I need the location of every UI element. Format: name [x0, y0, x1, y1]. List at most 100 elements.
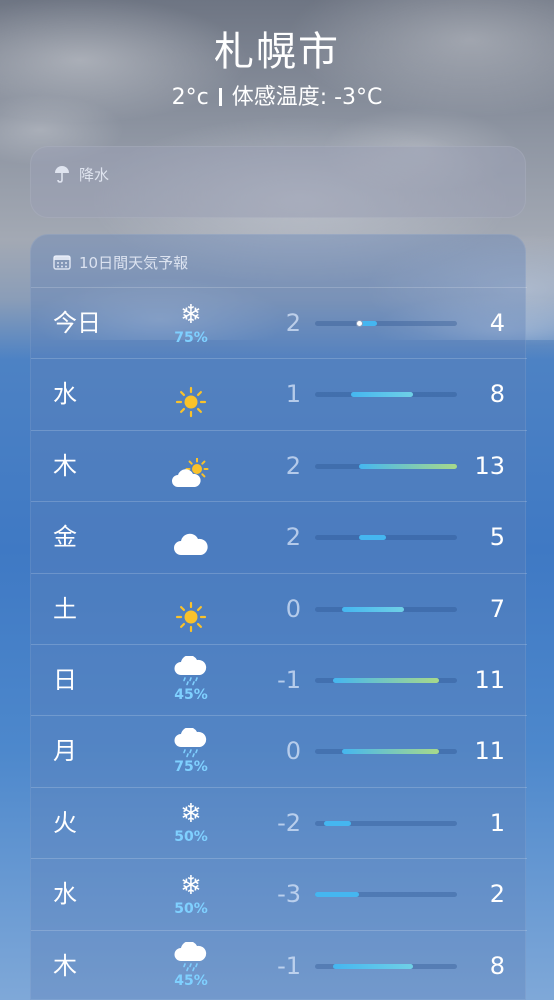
sun-glyph — [175, 387, 207, 418]
forecast-row[interactable]: 木 45% -1 8 — [31, 929, 527, 1000]
cloud-rain-glyph — [174, 656, 207, 686]
temperature-range-bar — [315, 892, 360, 898]
forecast-row[interactable]: 日 45% -1 11 — [31, 643, 527, 715]
forecast-row[interactable]: 今日 ❄ 75% 2 4 — [31, 287, 527, 358]
precipitation-chance: 75% — [174, 758, 208, 775]
temperature-range-bar — [332, 677, 440, 683]
precipitation-card[interactable]: 降水 — [30, 146, 526, 218]
cloud-rain-glyph — [174, 727, 207, 758]
cloud-rain-icon: 45% — [159, 941, 223, 991]
high-temperature: 13 — [474, 451, 505, 480]
low-temperature: -3 — [277, 880, 301, 909]
forecast-day-label: 今日 — [53, 309, 101, 337]
umbrella-icon — [53, 165, 71, 183]
forecast-row[interactable]: 木 2 13 — [31, 429, 527, 501]
forecast-day-label: 金 — [53, 523, 77, 552]
temperature-range-track — [315, 392, 457, 398]
snowflake-icon: ❄ 50% — [159, 798, 223, 848]
precipitation-chance: 45% — [174, 687, 208, 704]
low-temperature: 0 — [285, 737, 301, 766]
temperature-range-track — [315, 535, 457, 541]
forecast-list: 今日 ❄ 75% 2 4 水 1 8 木 2 13 金 2 5 土 0 7 日 45% -1 11 月 75% 0 11 火 ❄ 50… — [31, 287, 527, 1000]
forecast-row[interactable]: 月 75% 0 11 — [31, 715, 527, 786]
snowflake-icon: ❄ 50% — [159, 869, 223, 919]
low-temperature: 2 — [285, 309, 301, 337]
precipitation-card-title: 降水 — [79, 165, 110, 184]
temperature-range-bar — [341, 749, 440, 755]
temperature-range-track — [315, 320, 457, 327]
temperature-range-track — [315, 749, 457, 755]
forecast-day-label: 木 — [53, 951, 77, 980]
forecast-day-label: 日 — [53, 665, 77, 694]
temperature-range-track — [315, 606, 457, 612]
forecast-day-label: 土 — [53, 594, 77, 623]
forecast-day-label: 木 — [53, 451, 77, 480]
high-temperature: 2 — [489, 880, 505, 909]
current-temperature: 2°c — [171, 85, 209, 110]
temperature-range-bar — [332, 963, 413, 969]
high-temperature: 8 — [489, 951, 505, 980]
city-name: 札幌市 — [214, 29, 340, 75]
feels-like-temperature: 体感温度: -3°C — [231, 85, 383, 110]
high-temperature: 4 — [489, 309, 505, 337]
precipitation-chance: 50% — [174, 829, 208, 846]
temperature-range-bar — [323, 820, 351, 826]
temperature-range-track — [315, 892, 457, 898]
precipitation-chance: 50% — [174, 900, 208, 917]
high-temperature: 7 — [489, 594, 505, 623]
snowflake-glyph: ❄ — [180, 299, 202, 330]
temperature-range-bar — [350, 392, 413, 398]
current-conditions: 2°c 体感温度: -3°C — [0, 82, 554, 114]
snowflake-glyph: ❄ — [180, 799, 202, 830]
high-temperature: 11 — [474, 665, 505, 694]
temperature-range-bar — [359, 535, 386, 541]
low-temperature: -1 — [277, 951, 301, 980]
cloud-icon — [159, 520, 223, 570]
low-temperature: 0 — [285, 594, 301, 623]
snowflake-icon: ❄ 75% — [159, 298, 223, 348]
forecast-row[interactable]: 水 ❄ 50% -3 2 — [31, 858, 527, 929]
high-temperature: 5 — [489, 523, 505, 552]
calendar-icon — [53, 254, 71, 270]
cloud-rain-icon: 45% — [159, 655, 223, 705]
forecast-row[interactable]: 火 ❄ 50% -2 1 — [31, 786, 527, 858]
cloud-rain-glyph — [174, 942, 207, 972]
forecast-row[interactable]: 水 1 8 — [31, 358, 527, 429]
temperature-range-track — [315, 463, 457, 469]
forecast-row[interactable]: 土 0 7 — [31, 572, 527, 644]
sun-icon — [159, 592, 223, 642]
low-temperature: 2 — [285, 523, 301, 552]
cloud-sun-icon — [159, 449, 223, 499]
high-temperature: 11 — [474, 737, 505, 766]
precipitation-card-header: 降水 — [53, 161, 525, 187]
temperature-range-track — [315, 677, 457, 683]
sun-glyph — [175, 601, 207, 632]
forecast-day-label: 水 — [53, 880, 77, 909]
forecast-day-label: 火 — [53, 808, 77, 837]
forecast-row[interactable]: 金 2 5 — [31, 501, 527, 572]
sun-icon — [159, 377, 223, 427]
location-header: 札幌市 2°c 体感温度: -3°C — [0, 26, 554, 114]
temperature-range-bar — [341, 606, 404, 612]
low-temperature: -1 — [277, 665, 301, 694]
forecast-day-label: 月 — [53, 737, 77, 766]
temperature-range-bar — [359, 463, 457, 469]
low-temperature: -2 — [277, 808, 301, 837]
cloud-rain-icon: 75% — [159, 726, 223, 776]
low-temperature: 1 — [285, 380, 301, 409]
precipitation-chance: 75% — [174, 329, 208, 346]
precipitation-chance: 45% — [174, 973, 208, 990]
separator — [218, 88, 222, 106]
forecast-card-title: 10日間天気予報 — [79, 253, 189, 272]
forecast-card-header: 10日間天気予報 — [53, 249, 525, 275]
cloud-sun-glyph — [172, 457, 209, 487]
ten-day-forecast-card[interactable]: 10日間天気予報 今日 ❄ 75% 2 4 水 1 8 木 2 13 金 2 5 土 0 7 日 45% -1 11 月 7… — [30, 234, 527, 1000]
forecast-day-label: 水 — [53, 380, 77, 409]
snowflake-glyph: ❄ — [180, 870, 202, 901]
temperature-range-track — [315, 963, 457, 969]
cloud-glyph — [174, 533, 208, 556]
temperature-range-track — [315, 820, 457, 826]
high-temperature: 1 — [489, 808, 505, 837]
low-temperature: 2 — [285, 451, 301, 480]
high-temperature: 8 — [489, 380, 505, 409]
